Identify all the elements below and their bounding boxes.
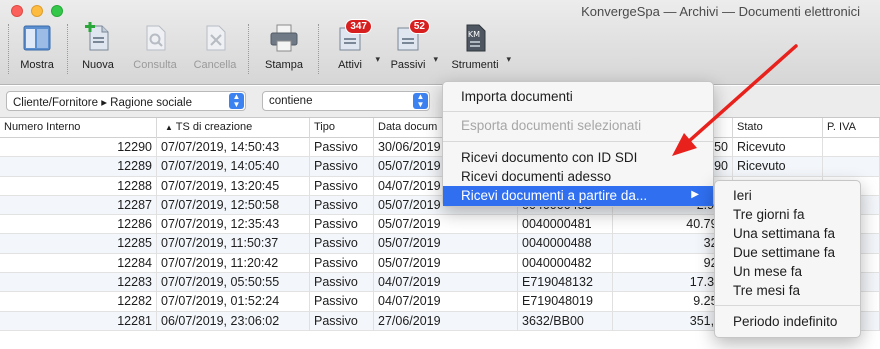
annotation-arrow-icon: [672, 44, 798, 156]
